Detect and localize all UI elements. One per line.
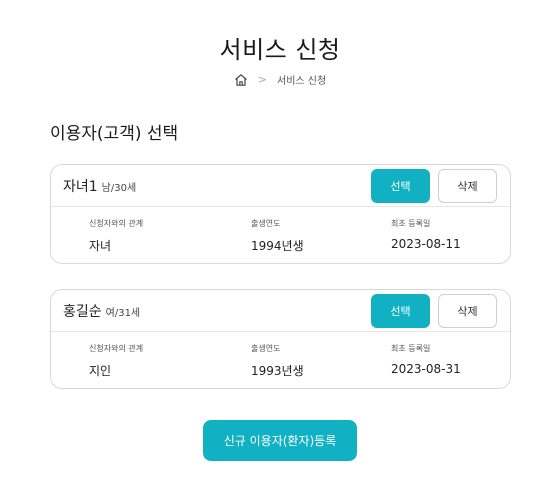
birth-year-field: 출생연도 1993년생 xyxy=(251,343,304,379)
registered-date-value: 2023-08-31 xyxy=(391,362,461,376)
birth-year-value: 1994년생 xyxy=(251,239,304,253)
breadcrumb-current: 서비스 신청 xyxy=(277,76,327,87)
birth-year-label: 출생연도 xyxy=(251,219,281,228)
relationship-value: 지인 xyxy=(89,364,112,378)
user-card-actions: 선택 삭제 xyxy=(371,293,497,328)
registered-date-field: 최초 등록일 2023-08-31 xyxy=(391,343,461,376)
page-title: 서비스 신청 xyxy=(219,36,341,64)
relationship-label: 신청자와의 관계 xyxy=(89,219,144,228)
registered-date-label: 최초 등록일 xyxy=(391,344,431,353)
relationship-field: 신청자와의 관계 지인 xyxy=(89,343,143,379)
home-icon[interactable] xyxy=(234,73,248,87)
breadcrumb: > 서비스 신청 xyxy=(0,72,560,87)
user-meta: 남/30세 xyxy=(101,182,137,194)
select-button[interactable]: 선택 xyxy=(371,168,430,203)
user-card-actions: 선택 삭제 xyxy=(371,168,497,203)
section-title: 이용자(고객) 선택 xyxy=(50,124,179,144)
service-application-page: 서비스 신청 > 서비스 신청 이용자(고객) 선택 자녀1 남/30세 선택 … xyxy=(0,0,560,490)
user-name: 자녀1 xyxy=(63,178,98,195)
relationship-value: 자녀 xyxy=(89,239,112,253)
user-card-body: 신청자와의 관계 자녀 출생연도 1994년생 최초 등록일 2023-08-1… xyxy=(51,207,510,263)
relationship-label: 신청자와의 관계 xyxy=(89,344,144,353)
birth-year-field: 출생연도 1994년생 xyxy=(251,218,304,254)
user-card: 홍길순 여/31세 선택 삭제 신청자와의 관계 지인 출생연도 1993년생 … xyxy=(50,289,511,389)
user-card: 자녀1 남/30세 선택 삭제 신청자와의 관계 자녀 출생연도 1994년생 … xyxy=(50,164,511,264)
user-name-group: 홍길순 여/31세 xyxy=(63,301,140,321)
delete-button[interactable]: 삭제 xyxy=(438,293,497,328)
registered-date-field: 최초 등록일 2023-08-11 xyxy=(391,218,461,251)
registered-date-value: 2023-08-11 xyxy=(391,237,461,251)
birth-year-label: 출생연도 xyxy=(251,344,281,353)
relationship-field: 신청자와의 관계 자녀 xyxy=(89,218,143,254)
user-card-header: 자녀1 남/30세 선택 삭제 xyxy=(51,165,510,207)
register-new-user-button[interactable]: 신규 이용자(환자)등록 xyxy=(203,420,357,461)
user-name-group: 자녀1 남/30세 xyxy=(63,176,136,196)
birth-year-value: 1993년생 xyxy=(251,364,304,378)
user-meta: 여/31세 xyxy=(105,307,141,319)
registered-date-label: 최초 등록일 xyxy=(391,219,431,228)
select-button[interactable]: 선택 xyxy=(371,293,430,328)
user-card-header: 홍길순 여/31세 선택 삭제 xyxy=(51,290,510,332)
user-name: 홍길순 xyxy=(63,303,102,320)
chevron-right-icon: > xyxy=(257,73,268,86)
user-card-body: 신청자와의 관계 지인 출생연도 1993년생 최초 등록일 2023-08-3… xyxy=(51,332,510,388)
delete-button[interactable]: 삭제 xyxy=(438,168,497,203)
